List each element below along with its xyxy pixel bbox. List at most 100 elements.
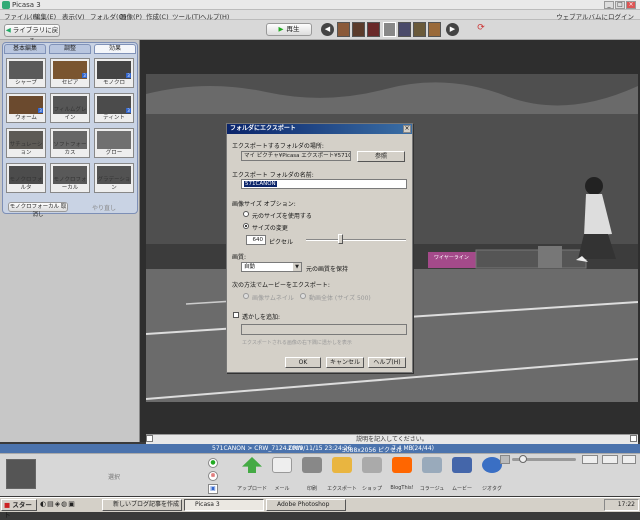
- pixel-size-input[interactable]: 640: [246, 235, 266, 245]
- effect-bw[interactable]: 3 モノクロ: [94, 58, 134, 88]
- size-slider[interactable]: [306, 239, 406, 241]
- start-button[interactable]: ■ スタート: [1, 499, 37, 519]
- add-to-album-icon[interactable]: ▣: [208, 484, 218, 494]
- effect-soft-focus[interactable]: ソフトフォーカス: [50, 128, 90, 158]
- taskbar-blog-window[interactable]: 新しいブログ記事を作成 -...: [102, 499, 182, 511]
- filmstrip-thumb[interactable]: [398, 22, 411, 37]
- clear-icon[interactable]: ⊗: [208, 471, 218, 481]
- hold-icon[interactable]: ●: [208, 458, 218, 468]
- movie-full-radio[interactable]: [300, 293, 306, 299]
- fit-view-button[interactable]: [582, 455, 598, 464]
- watermark-checkbox[interactable]: [233, 312, 239, 318]
- quality-select[interactable]: 自動 ▼: [241, 262, 302, 272]
- compare-view-button[interactable]: [622, 455, 636, 464]
- movie-full-label: 動画全体 (サイズ 500): [309, 295, 371, 302]
- use-original-size-label[interactable]: 元のサイズを使用する: [252, 211, 312, 220]
- tab-tuning[interactable]: 調整: [49, 44, 91, 54]
- folder-name-input[interactable]: 571CANON: [241, 179, 407, 189]
- filmstrip-thumb[interactable]: [337, 22, 350, 37]
- watermark-hint: エクスポートされる画像の右下隅に透かしを表示: [242, 340, 352, 346]
- size-options-label: 画像サイズ オプション:: [232, 201, 296, 208]
- full-view-button[interactable]: [602, 455, 618, 464]
- export-folder-icon[interactable]: [332, 457, 352, 473]
- next-photo-icon[interactable]: ▶: [446, 23, 459, 36]
- effect-tint[interactable]: 3 ティント: [94, 93, 134, 123]
- taskbar-picasa-window[interactable]: Picasa 3: [184, 499, 264, 511]
- movie-thumbnail-radio[interactable]: [243, 293, 249, 299]
- collage-icon[interactable]: [422, 457, 442, 473]
- effect-graduated-tint[interactable]: グラデーション: [94, 163, 134, 193]
- quality-label: 画質:: [232, 254, 247, 261]
- dialog-title: フォルダにエクスポート: [227, 124, 412, 134]
- tab-basic-fixes[interactable]: 基本編集: [4, 44, 46, 54]
- watermark-input[interactable]: [241, 324, 407, 335]
- geotag-icon[interactable]: [482, 457, 502, 473]
- geotag-label[interactable]: ジオタグ: [474, 485, 510, 492]
- folder-name-label: エクスポート フォルダの名前:: [232, 172, 314, 179]
- movie-export-label: 次の方法でムービーをエクスポート:: [232, 282, 330, 289]
- play-slideshow-button[interactable]: ▶ 再生: [266, 23, 312, 36]
- dialog-close-icon[interactable]: ×: [403, 125, 411, 133]
- tab-effects[interactable]: 効果: [94, 44, 136, 54]
- chevron-down-icon: ▼: [293, 263, 301, 271]
- effect-film-grain[interactable]: フィルムグレイン: [50, 93, 90, 123]
- resize-radio[interactable]: [243, 223, 249, 229]
- photo-sign-text: ワイヤーライン: [434, 255, 469, 261]
- watermark-label[interactable]: 透かしを追加:: [242, 312, 280, 321]
- location-label: エクスポートするフォルダの場所:: [232, 143, 324, 150]
- quality-selected-value: 自動: [244, 264, 256, 270]
- browse-button[interactable]: 参照: [357, 151, 405, 162]
- undo-focal-bw-button[interactable]: モノクロフォーカル 取消し: [8, 202, 68, 218]
- effect-filtered-bw[interactable]: モノクロフォルタ: [6, 163, 46, 193]
- title-bar: Picasa 3 _ □ ×: [0, 0, 640, 10]
- use-original-size-radio[interactable]: [243, 211, 249, 217]
- back-arrow-icon: ◀: [5, 26, 13, 34]
- quick-launch-icons[interactable]: ◐▤◈◍▣: [40, 500, 100, 510]
- ok-button[interactable]: OK: [285, 357, 321, 368]
- filmstrip-thumb[interactable]: [352, 22, 365, 37]
- share-icon[interactable]: ⟳: [474, 23, 488, 36]
- tray-thumbnail[interactable]: [6, 459, 36, 489]
- filmstrip-thumb[interactable]: [413, 22, 426, 37]
- caption-right-icon[interactable]: [630, 435, 637, 442]
- help-button[interactable]: ヘルプ(H): [368, 357, 406, 368]
- previous-photo-icon[interactable]: ◀: [321, 23, 334, 36]
- filmstrip-thumb[interactable]: [428, 22, 441, 37]
- picasa-logo-icon: [2, 1, 10, 9]
- taskbar-clock: 17:22: [604, 499, 639, 511]
- effect-focal-bw[interactable]: モノクロフォーカル: [50, 163, 90, 193]
- back-to-library-button[interactable]: ◀ ライブラリに戻る: [4, 24, 60, 45]
- play-label: 再生: [286, 25, 300, 33]
- cancel-button[interactable]: キャンセル: [326, 357, 364, 368]
- window-title: Picasa 3: [12, 1, 41, 9]
- menu-bar: ファイル(F) 編集(E) 表示(V) フォルダ(O) 画像(P) 作成(C) …: [0, 10, 640, 21]
- status-filesize: 7.4 MB: [392, 445, 413, 452]
- zoom-slider-handle[interactable]: [519, 455, 527, 463]
- effect-warmify[interactable]: 3 ウォーム: [6, 93, 46, 123]
- folder-name-value: 571CANON: [244, 181, 277, 187]
- email-icon[interactable]: [272, 457, 292, 473]
- shop-icon[interactable]: [362, 457, 382, 473]
- size-slider-handle[interactable]: [338, 234, 343, 244]
- effect-sharpen[interactable]: シャープ: [6, 58, 46, 88]
- effect-sepia[interactable]: 3 セピア: [50, 58, 90, 88]
- filmstrip-thumb[interactable]: [367, 22, 380, 37]
- print-icon[interactable]: [302, 457, 322, 473]
- redo-button[interactable]: やり直し: [92, 203, 116, 212]
- toolbar: [0, 20, 640, 40]
- blogger-icon[interactable]: [392, 457, 412, 473]
- location-field: マイ ピクチャ¥Picasa エクスポート¥571CANON¥: [241, 151, 351, 161]
- resize-label[interactable]: サイズの変更: [252, 223, 288, 232]
- pixel-unit-label: ピクセル: [269, 239, 294, 246]
- movie-icon[interactable]: [452, 457, 472, 473]
- taskbar-photoshop-window[interactable]: Adobe Photoshop: [266, 499, 346, 511]
- tray-selection-label: 選択: [108, 474, 121, 481]
- filmstrip-thumb-selected[interactable]: [383, 22, 396, 37]
- close-window-button[interactable]: ×: [626, 1, 636, 9]
- effect-glow[interactable]: グロー: [94, 128, 134, 158]
- effect-saturation[interactable]: サチュレーション: [6, 128, 46, 158]
- minimize-button[interactable]: _: [604, 1, 614, 9]
- caption-left-icon[interactable]: [146, 435, 153, 442]
- caption-field[interactable]: 説明を記入してください。: [146, 434, 638, 444]
- maximize-button[interactable]: □: [615, 1, 625, 9]
